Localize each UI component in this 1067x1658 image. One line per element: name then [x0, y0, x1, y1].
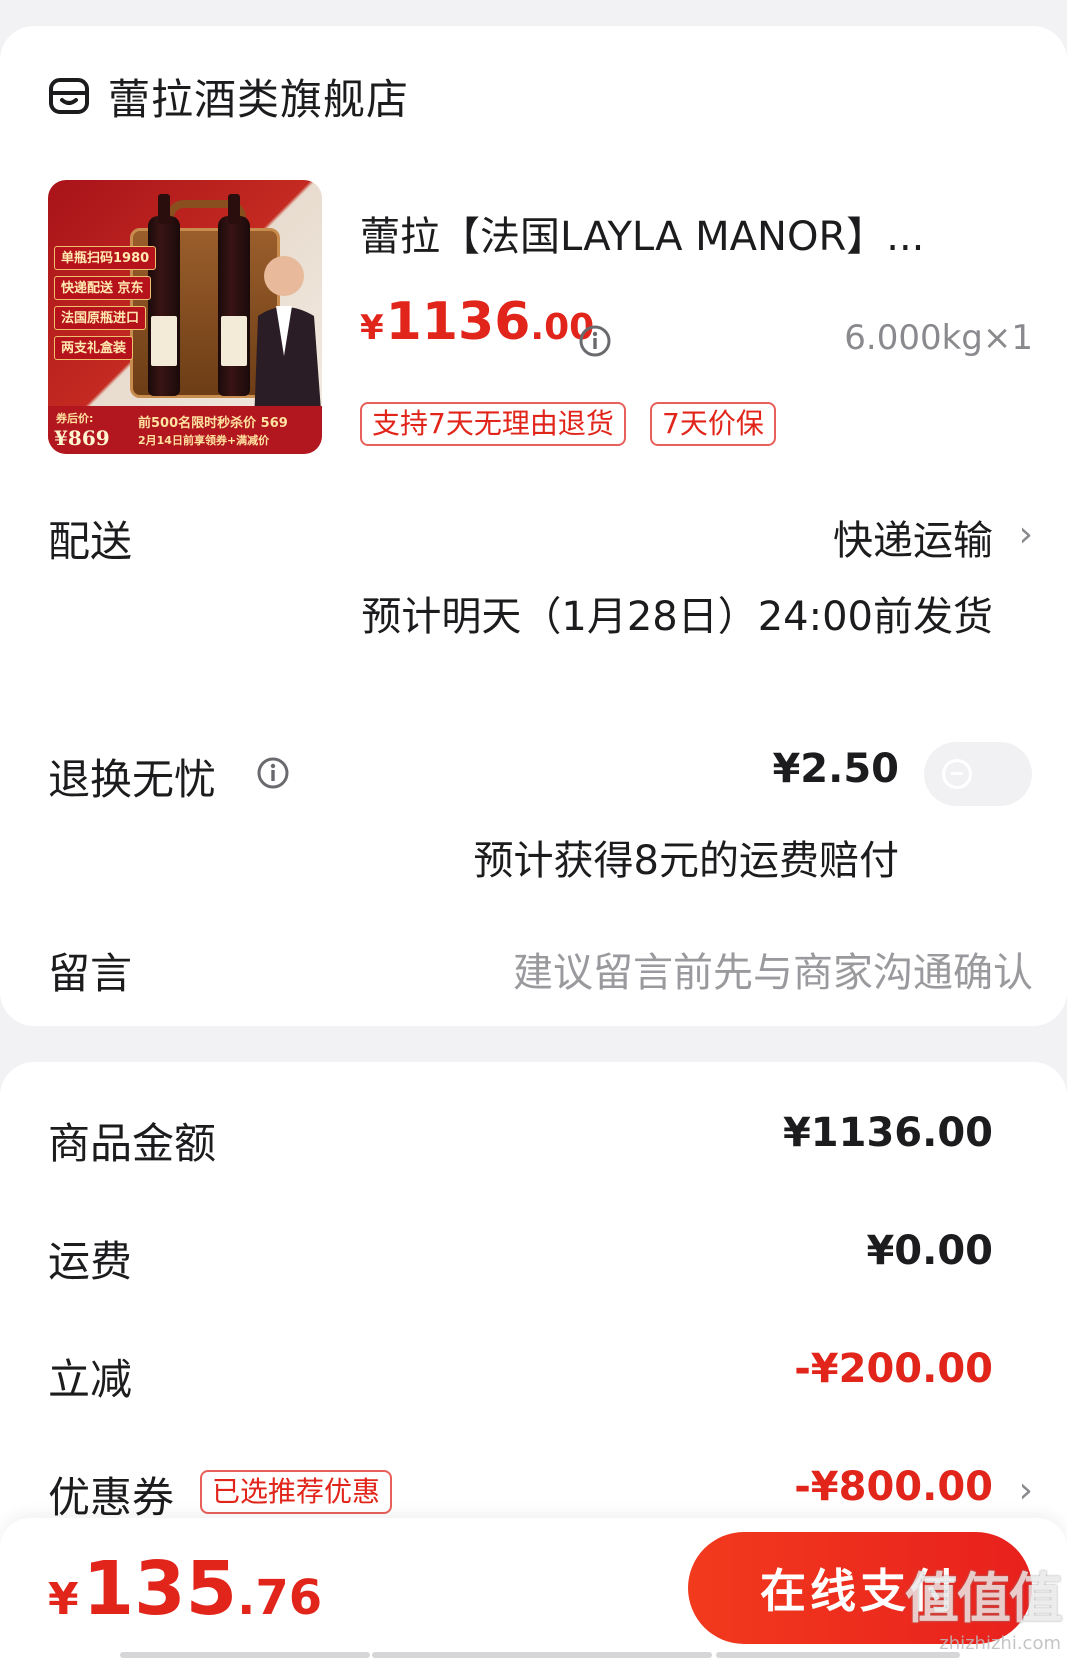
message-input[interactable]: 建议留言前先与商家沟通确认: [513, 940, 1033, 998]
return-insurance-note: 预计获得8元的运费赔付: [473, 838, 899, 884]
coupon-label: 优惠券: [48, 1473, 175, 1522]
delivery-method[interactable]: 快递运输: [833, 508, 993, 566]
total-integer: 135: [82, 1546, 238, 1632]
product-price: ¥ 1136 .00: [360, 292, 594, 352]
watermark: 值值值 zhizhizhi.com: [905, 1554, 1063, 1654]
total-decimal: .76: [237, 1570, 323, 1626]
home-indicator: [716, 1652, 960, 1658]
total-price: ¥ 135 .76: [48, 1546, 322, 1632]
coupon-value[interactable]: -¥800.00: [794, 1464, 993, 1510]
home-indicator: [372, 1652, 712, 1658]
after-coupon-label: 券后价:: [56, 412, 94, 425]
watermark-logo: 值值值: [905, 1567, 1063, 1630]
chevron-right-icon[interactable]: ›: [1019, 1470, 1033, 1511]
banner-line1: 前500名限时秒杀价 569: [138, 416, 288, 431]
return-insurance-label: 退换无忧: [48, 755, 217, 804]
shipping-fee-label: 运费: [48, 1237, 133, 1286]
store-icon: [49, 78, 89, 114]
return-policy-badge: 支持7天无理由退货: [360, 402, 626, 446]
product-weight-quantity: 6.000kg×1: [844, 318, 1033, 358]
product-image[interactable]: 单瓶扫码1980 快递配送 京东 法国原瓶进口 两支礼盒装 券后价: ¥869 …: [48, 180, 322, 454]
shop-name: 蕾拉酒类旗舰店: [108, 74, 410, 124]
delivery-estimate: 预计明天（1月28日）24:00前发货: [361, 594, 993, 640]
shipping-fee-value: ¥0.00: [866, 1228, 993, 1274]
message-label: 留言: [48, 949, 133, 998]
wine-bottle: [218, 194, 250, 396]
image-banner: 券后价: ¥869 前500名限时秒杀价 569 2月14日前享领券+满减价: [48, 406, 322, 454]
return-insurance-toggle[interactable]: [924, 742, 1032, 806]
total-currency: ¥: [48, 1574, 79, 1625]
image-tag: 法国原瓶进口: [54, 306, 147, 330]
instant-discount-value: -¥200.00: [794, 1346, 993, 1392]
instant-discount-label: 立减: [48, 1355, 133, 1404]
coupon-recommended-tag: 已选推荐优惠: [200, 1470, 393, 1514]
toggle-knob: [942, 759, 972, 789]
banner-line2: 2月14日前享领券+满减价: [138, 434, 270, 447]
image-tag: 两支礼盒装: [54, 336, 134, 360]
image-tag: 单瓶扫码1980: [54, 246, 157, 270]
bottom-pay-bar: ¥ 135 .76 在线支付 值值值 zhizhizhi.com: [0, 1518, 1067, 1658]
price-currency: ¥: [360, 308, 384, 348]
goods-amount-label: 商品金额: [48, 1119, 217, 1168]
price-integer: 1136: [385, 292, 531, 352]
image-tag: 快递配送 京东: [54, 276, 151, 300]
price-protect-badge: 7天价保: [650, 402, 776, 446]
after-coupon-price: ¥869: [54, 426, 110, 450]
chevron-right-icon[interactable]: ›: [1019, 514, 1033, 555]
delivery-label: 配送: [48, 517, 133, 566]
watermark-url: zhizhizhi.com: [939, 1633, 1061, 1654]
person-figure: [254, 256, 322, 424]
return-insurance-price: ¥2.50: [772, 746, 899, 792]
checkout-page: 蕾拉酒类旗舰店 单瓶扫码1980 快递配送 京东 法国原瓶进口 两支礼盒装 券后…: [0, 0, 1067, 1658]
info-icon[interactable]: [256, 756, 290, 790]
price-info-icon[interactable]: [578, 324, 612, 358]
product-title[interactable]: 蕾拉【法国LAYLA MANOR】...: [360, 204, 1020, 262]
home-indicator: [120, 1652, 370, 1658]
wine-bottle: [148, 194, 180, 396]
shop-header[interactable]: 蕾拉酒类旗舰店: [48, 66, 409, 126]
goods-amount-value: ¥1136.00: [782, 1110, 993, 1156]
